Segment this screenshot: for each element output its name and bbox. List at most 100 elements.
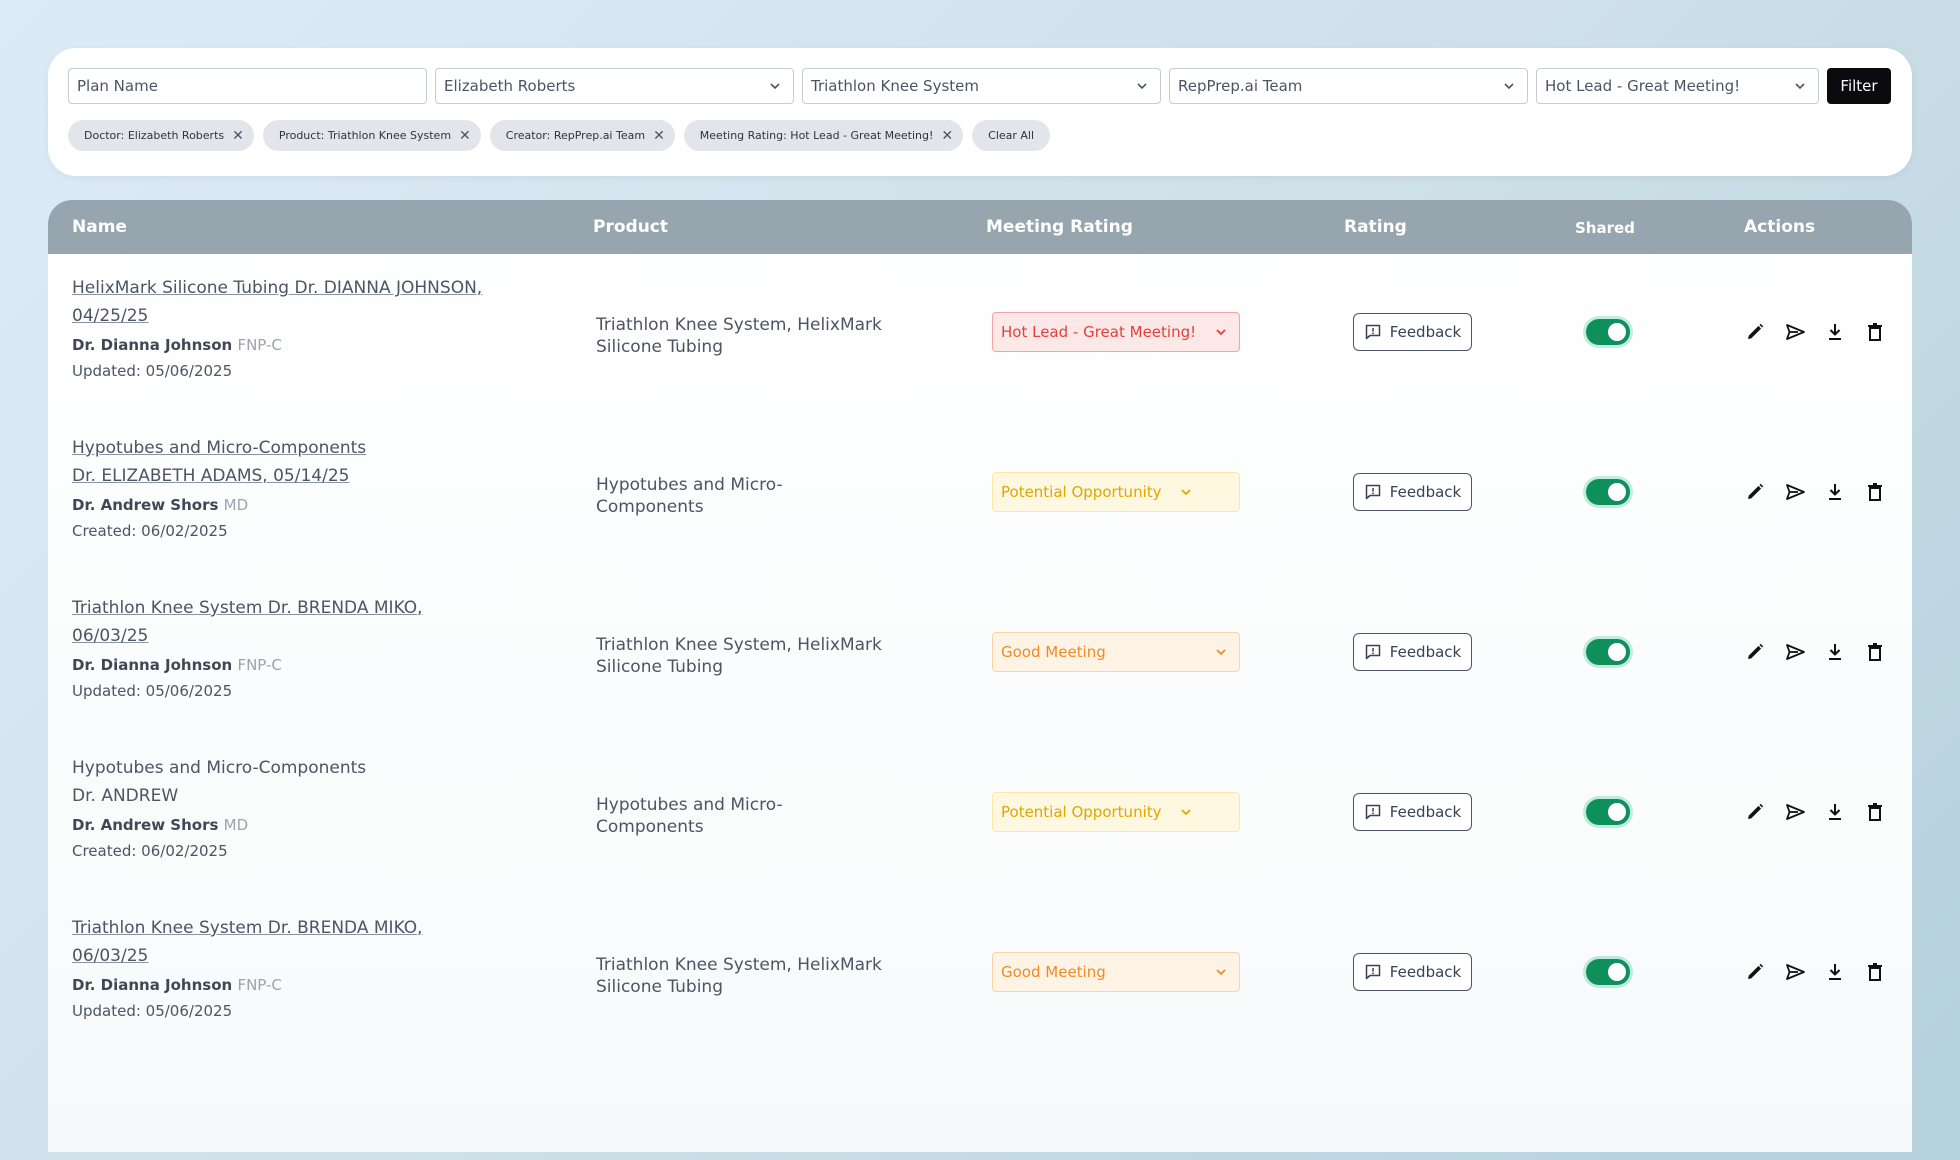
header-shared[interactable]: Shared — [1575, 219, 1635, 237]
download-icon[interactable] — [1824, 641, 1846, 663]
chip-label: Product: Triathlon Knee System — [278, 129, 452, 142]
plan-link[interactable]: Triathlon Knee System Dr. BRENDA MIKO, 0… — [72, 594, 512, 650]
trash-icon[interactable] — [1864, 801, 1886, 823]
toggle-knob — [1608, 643, 1626, 661]
pencil-icon[interactable] — [1744, 481, 1766, 503]
doctor-credential: MD — [223, 816, 249, 834]
download-icon[interactable] — [1824, 801, 1846, 823]
download-icon[interactable] — [1824, 321, 1846, 343]
meeting-rating-dropdown[interactable]: Good Meeting — [992, 952, 1240, 992]
trash-icon[interactable] — [1864, 481, 1886, 503]
send-icon[interactable] — [1784, 481, 1806, 503]
shared-toggle[interactable] — [1586, 479, 1630, 505]
meeting-rating-dropdown[interactable]: Hot Lead - Great Meeting! — [992, 312, 1240, 352]
plan-name-cell: Triathlon Knee System Dr. BRENDA MIKO, 0… — [72, 914, 512, 1020]
table-row: HelixMark Silicone Tubing Dr. DIANNA JOH… — [48, 254, 1912, 414]
chevron-down-icon — [1216, 329, 1226, 336]
plan-link[interactable]: Hypotubes and Micro-Components Dr. ANDRE… — [72, 754, 512, 810]
send-icon[interactable] — [1784, 961, 1806, 983]
creator-select[interactable]: RepPrep.ai Team — [1169, 68, 1528, 104]
comment-alert-icon — [1365, 964, 1381, 980]
trash-icon[interactable] — [1864, 641, 1886, 663]
trash-icon[interactable] — [1864, 961, 1886, 983]
plan-name-input[interactable]: Plan Name — [68, 68, 427, 104]
pencil-icon[interactable] — [1744, 961, 1766, 983]
chevron-down-icon — [1504, 83, 1514, 90]
chip-label: Creator: RepPrep.ai Team — [505, 129, 646, 142]
chevron-down-icon — [1216, 649, 1226, 656]
download-icon[interactable] — [1824, 961, 1846, 983]
doctor-info: Dr. Dianna Johnson FNP-C — [72, 656, 512, 674]
feedback-button[interactable]: Feedback — [1353, 793, 1472, 831]
product-line1: Hypotubes and Micro- — [596, 795, 783, 815]
product-line2: Silicone Tubing — [596, 977, 724, 997]
meeting-rating-select[interactable]: Hot Lead - Great Meeting! — [1536, 68, 1819, 104]
plan-title-line1: HelixMark Silicone Tubing Dr. DIANNA JOH… — [72, 278, 483, 298]
product-line2: Silicone Tubing — [596, 657, 724, 677]
pencil-icon[interactable] — [1744, 641, 1766, 663]
doctor-name: Dr. Andrew Shors — [72, 496, 219, 514]
plan-date: Created: 06/02/2025 — [72, 842, 228, 860]
meeting-rating-value: Potential Opportunity — [1001, 803, 1162, 821]
feedback-button[interactable]: Feedback — [1353, 313, 1472, 351]
feedback-label: Feedback — [1389, 803, 1462, 821]
plan-title-line1: Hypotubes and Micro-Components — [72, 758, 367, 778]
doctor-name: Dr. Dianna Johnson — [72, 976, 233, 994]
doctor-name: Dr. Dianna Johnson — [72, 656, 233, 674]
trash-icon[interactable] — [1864, 321, 1886, 343]
pencil-icon[interactable] — [1744, 801, 1766, 823]
header-name[interactable]: Name — [72, 217, 127, 237]
comment-alert-icon — [1365, 324, 1381, 340]
plan-link[interactable]: Hypotubes and Micro-Components Dr. ELIZA… — [72, 434, 512, 490]
close-icon[interactable]: ✕ — [941, 128, 953, 144]
send-icon[interactable] — [1784, 641, 1806, 663]
pencil-icon[interactable] — [1744, 321, 1766, 343]
meeting-rating-select-value: Hot Lead - Great Meeting! — [1545, 77, 1741, 95]
download-icon[interactable] — [1824, 481, 1846, 503]
comment-alert-icon — [1365, 804, 1381, 820]
close-icon[interactable]: ✕ — [232, 128, 244, 144]
shared-toggle[interactable] — [1586, 639, 1630, 665]
header-rating[interactable]: Rating — [1344, 217, 1407, 237]
product-line2: Silicone Tubing — [596, 337, 724, 357]
filter-chip-doctor: Doctor: Elizabeth Roberts ✕ — [68, 120, 254, 151]
close-icon[interactable]: ✕ — [459, 128, 471, 144]
feedback-button[interactable]: Feedback — [1353, 633, 1472, 671]
filter-fields: Plan Name Elizabeth Roberts Triathlon Kn… — [68, 68, 1891, 104]
plan-title-line2: 04/25/25 — [72, 306, 149, 326]
product-select[interactable]: Triathlon Knee System — [802, 68, 1161, 104]
plan-name-cell: Hypotubes and Micro-Components Dr. ANDRE… — [72, 754, 512, 860]
plan-link[interactable]: HelixMark Silicone Tubing Dr. DIANNA JOH… — [72, 274, 512, 330]
meeting-rating-value: Good Meeting — [1001, 963, 1106, 981]
meeting-rating-dropdown[interactable]: Potential Opportunity — [992, 792, 1240, 832]
doctor-info: Dr. Dianna Johnson FNP-C — [72, 976, 512, 994]
feedback-button[interactable]: Feedback — [1353, 953, 1472, 991]
header-meeting-rating[interactable]: Meeting Rating — [986, 217, 1133, 237]
doctor-credential: MD — [223, 496, 249, 514]
meeting-rating-dropdown[interactable]: Good Meeting — [992, 632, 1240, 672]
plan-name-cell: HelixMark Silicone Tubing Dr. DIANNA JOH… — [72, 274, 512, 380]
product-line1: Triathlon Knee System, HelixMark — [596, 315, 882, 335]
send-icon[interactable] — [1784, 801, 1806, 823]
row-actions — [1744, 481, 1886, 503]
close-icon[interactable]: ✕ — [653, 128, 665, 144]
feedback-button[interactable]: Feedback — [1353, 473, 1472, 511]
chevron-down-icon — [1216, 969, 1226, 976]
plan-title-line2: 06/03/25 — [72, 946, 149, 966]
table-row: Triathlon Knee System Dr. BRENDA MIKO, 0… — [48, 894, 1912, 1054]
meeting-rating-dropdown[interactable]: Potential Opportunity — [992, 472, 1240, 512]
clear-all-button[interactable]: Clear All — [972, 120, 1051, 151]
product-line1: Triathlon Knee System, HelixMark — [596, 955, 882, 975]
send-icon[interactable] — [1784, 321, 1806, 343]
plan-link[interactable]: Triathlon Knee System Dr. BRENDA MIKO, 0… — [72, 914, 512, 970]
shared-toggle[interactable] — [1586, 959, 1630, 985]
shared-toggle[interactable] — [1586, 799, 1630, 825]
feedback-label: Feedback — [1389, 963, 1462, 981]
header-product[interactable]: Product — [593, 217, 668, 237]
filter-button[interactable]: Filter — [1827, 68, 1891, 104]
meeting-rating-value: Good Meeting — [1001, 643, 1106, 661]
plan-date: Updated: 05/06/2025 — [72, 682, 233, 700]
shared-toggle[interactable] — [1586, 319, 1630, 345]
feedback-label: Feedback — [1389, 483, 1462, 501]
doctor-select[interactable]: Elizabeth Roberts — [435, 68, 794, 104]
